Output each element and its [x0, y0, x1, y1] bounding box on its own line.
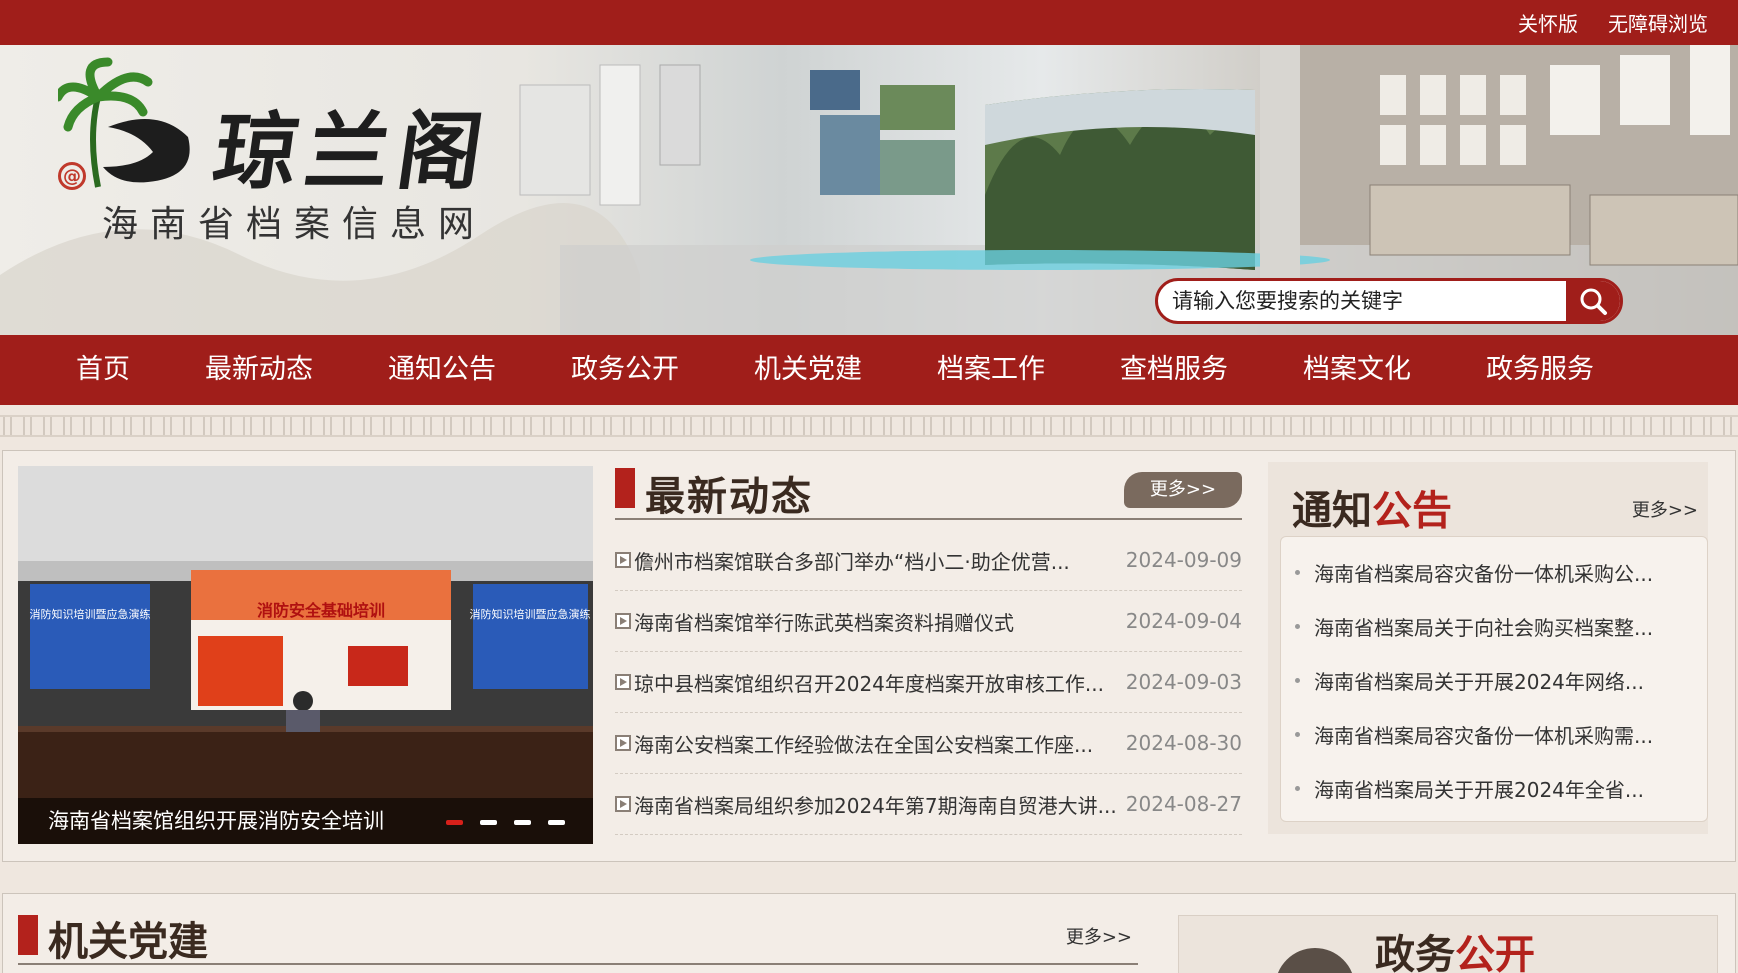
- nav-item-latest-news[interactable]: 最新动态: [205, 335, 313, 405]
- list-item[interactable]: 海南省档案局组织参加2024年第7期海南自贸港大讲... 2024-08-27: [615, 774, 1242, 835]
- slide-dot[interactable]: [446, 820, 463, 825]
- notice-title-part-a: 通知: [1292, 487, 1372, 534]
- site-banner: @ 琼兰阁 海南省档案信息网: [0, 45, 1738, 335]
- slide-screen-left-text: 消防知识培训暨应急演练: [30, 607, 151, 621]
- party-building-title: 机关党建: [48, 918, 208, 965]
- list-item[interactable]: 海南省档案局关于向社会购买档案整...: [1295, 599, 1693, 653]
- nav-item-archive-query[interactable]: 查档服务: [1120, 335, 1228, 405]
- dot-bullet-icon: [1295, 623, 1300, 629]
- latest-news-title: 最新动态: [645, 473, 813, 520]
- slide-image: 消防知识培训暨应急演练 消防知识培训暨应急演练 消防安全基础培训: [18, 466, 593, 844]
- news-date: 2024-09-03: [1125, 670, 1242, 694]
- notice-text[interactable]: 海南省档案局容灾备份一体机采购需...: [1314, 720, 1653, 749]
- news-title[interactable]: 海南省档案馆举行陈武英档案资料捐赠仪式: [634, 607, 1014, 636]
- news-title[interactable]: 海南省档案局组织参加2024年第7期海南自贸港大讲...: [634, 790, 1117, 819]
- search-button[interactable]: [1566, 281, 1620, 321]
- arrow-bullet-icon: [615, 613, 631, 629]
- slide-dot[interactable]: [480, 820, 497, 825]
- notice-more-link[interactable]: 更多>>: [1632, 496, 1698, 522]
- notice-text[interactable]: 海南省档案局关于开展2024年全省...: [1314, 774, 1644, 803]
- nav-item-archive-work[interactable]: 档案工作: [937, 335, 1045, 405]
- nav-item-home[interactable]: 首页: [76, 335, 130, 405]
- site-name: 海南省档案信息网: [102, 204, 487, 245]
- news-date: 2024-09-09: [1125, 548, 1242, 572]
- news-date: 2024-09-04: [1125, 609, 1242, 633]
- notice-title-part-b: 公告: [1372, 487, 1452, 534]
- arrow-bullet-icon: [615, 735, 631, 751]
- dot-bullet-icon: [1295, 569, 1300, 575]
- nav-item-gov-affairs[interactable]: 政务公开: [571, 335, 679, 405]
- news-title[interactable]: 海南公安档案工作经验做法在全国公安档案工作座...: [634, 729, 1093, 758]
- slide-dot[interactable]: [548, 820, 565, 825]
- decorative-fret-band: [0, 415, 1738, 437]
- slide-indicators: [446, 820, 565, 825]
- notice-title: 通知公告: [1292, 478, 1452, 536]
- latest-news-list: 儋州市档案馆联合多部门举办“档小二·助企优营... 2024-09-09 海南省…: [615, 530, 1242, 835]
- list-item[interactable]: 海南公安档案工作经验做法在全国公安档案工作座... 2024-08-30: [615, 713, 1242, 774]
- accessible-browse-link[interactable]: 无障碍浏览: [1608, 8, 1708, 37]
- party-building-header: 机关党建 更多>>: [18, 905, 1138, 965]
- arrow-bullet-icon: [615, 674, 631, 690]
- main-nav: 首页 最新动态 通知公告 政务公开 机关党建 档案工作 查档服务 档案文化 政务…: [0, 335, 1738, 405]
- search-box: [1155, 278, 1623, 324]
- slide-dot[interactable]: [514, 820, 531, 825]
- slide-screen-center-text: 消防安全基础培训: [257, 601, 385, 620]
- section-marker: [615, 468, 635, 508]
- list-item[interactable]: 海南省档案局关于开展2024年网络...: [1295, 653, 1693, 707]
- nav-item-gov-services[interactable]: 政务服务: [1486, 335, 1594, 405]
- notice-panel: 通知公告 更多>> 海南省档案局容灾备份一体机采购公... 海南省档案局关于向社…: [1268, 462, 1708, 834]
- care-version-link[interactable]: 关怀版: [1518, 8, 1578, 37]
- list-item[interactable]: 海南省档案局容灾备份一体机采购需...: [1295, 707, 1693, 761]
- dot-bullet-icon: [1295, 731, 1300, 737]
- news-date: 2024-08-27: [1125, 792, 1242, 816]
- top-utility-bar: 关怀版 无障碍浏览: [0, 0, 1738, 45]
- news-date: 2024-08-30: [1125, 731, 1242, 755]
- arrow-bullet-icon: [615, 552, 631, 568]
- news-slider[interactable]: 消防知识培训暨应急演练 消防知识培训暨应急演练 消防安全基础培训 海南省档案馆组…: [18, 466, 593, 844]
- notice-list: 海南省档案局容灾备份一体机采购公... 海南省档案局关于向社会购买档案整... …: [1280, 536, 1708, 822]
- list-item[interactable]: 海南省档案局关于开展2024年全省...: [1295, 761, 1693, 815]
- latest-news-header: 最新动态 更多>>: [615, 462, 1242, 520]
- section-marker: [18, 915, 38, 955]
- list-item[interactable]: 琼中县档案馆组织召开2024年度档案开放审核工作... 2024-09-03: [615, 652, 1242, 713]
- dot-bullet-icon: [1295, 785, 1300, 791]
- search-input[interactable]: [1158, 281, 1566, 321]
- nav-item-party-building[interactable]: 机关党建: [754, 335, 862, 405]
- gov-open-title-part-b: 公开: [1455, 931, 1535, 973]
- search-icon: [1580, 288, 1607, 315]
- gov-open-title-part-a: 政务: [1375, 931, 1455, 973]
- nav-item-notices[interactable]: 通知公告: [388, 335, 496, 405]
- notice-text[interactable]: 海南省档案局关于向社会购买档案整...: [1314, 612, 1653, 641]
- slide-screen-right-text: 消防知识培训暨应急演练: [470, 607, 591, 621]
- nav-item-archive-culture[interactable]: 档案文化: [1303, 335, 1411, 405]
- gov-open-title: 政务公开: [1375, 922, 1535, 973]
- list-item[interactable]: 海南省档案馆举行陈武英档案资料捐赠仪式 2024-09-04: [615, 591, 1242, 652]
- at-mark-icon: @: [58, 162, 86, 190]
- emblem-icon: [1275, 948, 1355, 973]
- party-building-more-link[interactable]: 更多>>: [1066, 923, 1132, 949]
- gov-open-panel: 政务公开: [1178, 915, 1718, 973]
- notice-text[interactable]: 海南省档案局容灾备份一体机采购公...: [1314, 558, 1653, 587]
- dot-bullet-icon: [1295, 677, 1300, 683]
- logo-title: 琼兰阁: [207, 102, 498, 201]
- arrow-bullet-icon: [615, 796, 631, 812]
- news-title[interactable]: 琼中县档案馆组织召开2024年度档案开放审核工作...: [634, 668, 1104, 697]
- list-item[interactable]: 海南省档案局容灾备份一体机采购公...: [1295, 545, 1693, 599]
- latest-news-more-link[interactable]: 更多>>: [1124, 472, 1242, 508]
- list-item[interactable]: 儋州市档案馆联合多部门举办“档小二·助企优营... 2024-09-09: [615, 530, 1242, 591]
- news-title[interactable]: 儋州市档案馆联合多部门举办“档小二·助企优营...: [634, 546, 1070, 575]
- notice-text[interactable]: 海南省档案局关于开展2024年网络...: [1314, 666, 1644, 695]
